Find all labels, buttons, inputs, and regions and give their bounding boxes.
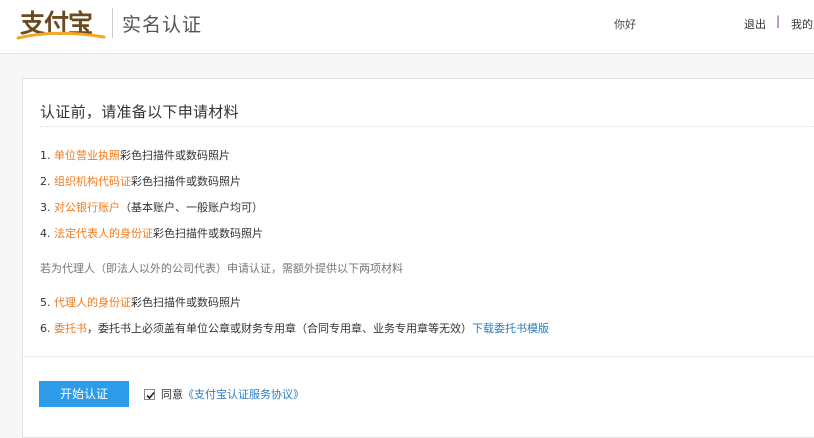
logout-link[interactable]: 退出	[744, 16, 766, 32]
item-text: 彩色扫描件或数码照片	[120, 149, 230, 162]
alipay-logo[interactable]: 支付宝	[16, 5, 106, 40]
header-divider	[112, 8, 113, 38]
requirement-item-3: 3. 对公银行账户（基本账户、一般账户均可）	[40, 199, 263, 215]
item-highlight: 对公银行账户	[54, 201, 120, 214]
item-number: 5.	[40, 296, 51, 309]
requirement-item-5: 5. 代理人的身份证彩色扫描件或数码照片	[40, 294, 241, 310]
item-highlight: 代理人的身份证	[54, 296, 131, 309]
logo-swoosh-icon	[16, 31, 106, 40]
item-number: 6.	[40, 322, 51, 335]
item-text: （基本账户、一般账户均可）	[120, 201, 263, 214]
user-greeting: 你好	[614, 18, 636, 31]
requirements-card: 认证前，请准备以下申请材料 1. 单位营业执照彩色扫描件或数码照片 2. 组织机…	[22, 78, 814, 438]
checkmark-icon	[146, 391, 155, 399]
agree-checkbox[interactable]	[144, 388, 155, 400]
page-heading: 实名认证	[122, 14, 203, 36]
item-highlight: 委托书	[54, 322, 87, 335]
requirement-item-6: 6. 委托书，委托书上必须盖有单位公章或财务专用章（合同专用章、业务专用章等无效…	[40, 320, 549, 336]
agree-label: 同意	[161, 388, 183, 401]
top-bar: 支付宝 实名认证 你好 退出 | 我的支	[0, 0, 814, 54]
item-number: 2.	[40, 175, 51, 188]
item-number: 3.	[40, 201, 51, 214]
item-text: ，委托书上必须盖有单位公章或财务专用章（合同专用章、业务专用章等无效）	[87, 322, 472, 335]
item-number: 4.	[40, 227, 51, 240]
action-divider	[23, 356, 814, 357]
item-text: 彩色扫描件或数码照片	[131, 296, 241, 309]
agent-note: 若为代理人（即法人以外的公司代表）申请认证，需额外提供以下两项材料	[40, 262, 403, 275]
card-title: 认证前，请准备以下申请材料	[40, 103, 239, 121]
item-text: 彩色扫描件或数码照片	[131, 175, 241, 188]
agreement-row: 同意 《支付宝认证服务协议》	[144, 386, 304, 402]
title-divider	[40, 126, 814, 127]
start-verification-button[interactable]: 开始认证	[39, 381, 129, 407]
requirement-item-4: 4. 法定代表人的身份证彩色扫描件或数码照片	[40, 225, 263, 241]
nav-separator: |	[776, 14, 781, 28]
item-highlight: 法定代表人的身份证	[54, 227, 153, 240]
item-highlight: 组织机构代码证	[54, 175, 131, 188]
download-template-link[interactable]: 下载委托书模版	[472, 322, 549, 335]
requirement-item-2: 2. 组织机构代码证彩色扫描件或数码照片	[40, 173, 241, 189]
agreement-link[interactable]: 《支付宝认证服务协议》	[183, 386, 304, 402]
item-highlight: 单位营业执照	[54, 149, 120, 162]
item-number: 1.	[40, 149, 51, 162]
item-text: 彩色扫描件或数码照片	[153, 227, 263, 240]
requirement-item-1: 1. 单位营业执照彩色扫描件或数码照片	[40, 147, 230, 163]
my-alipay-link[interactable]: 我的支	[791, 16, 814, 32]
